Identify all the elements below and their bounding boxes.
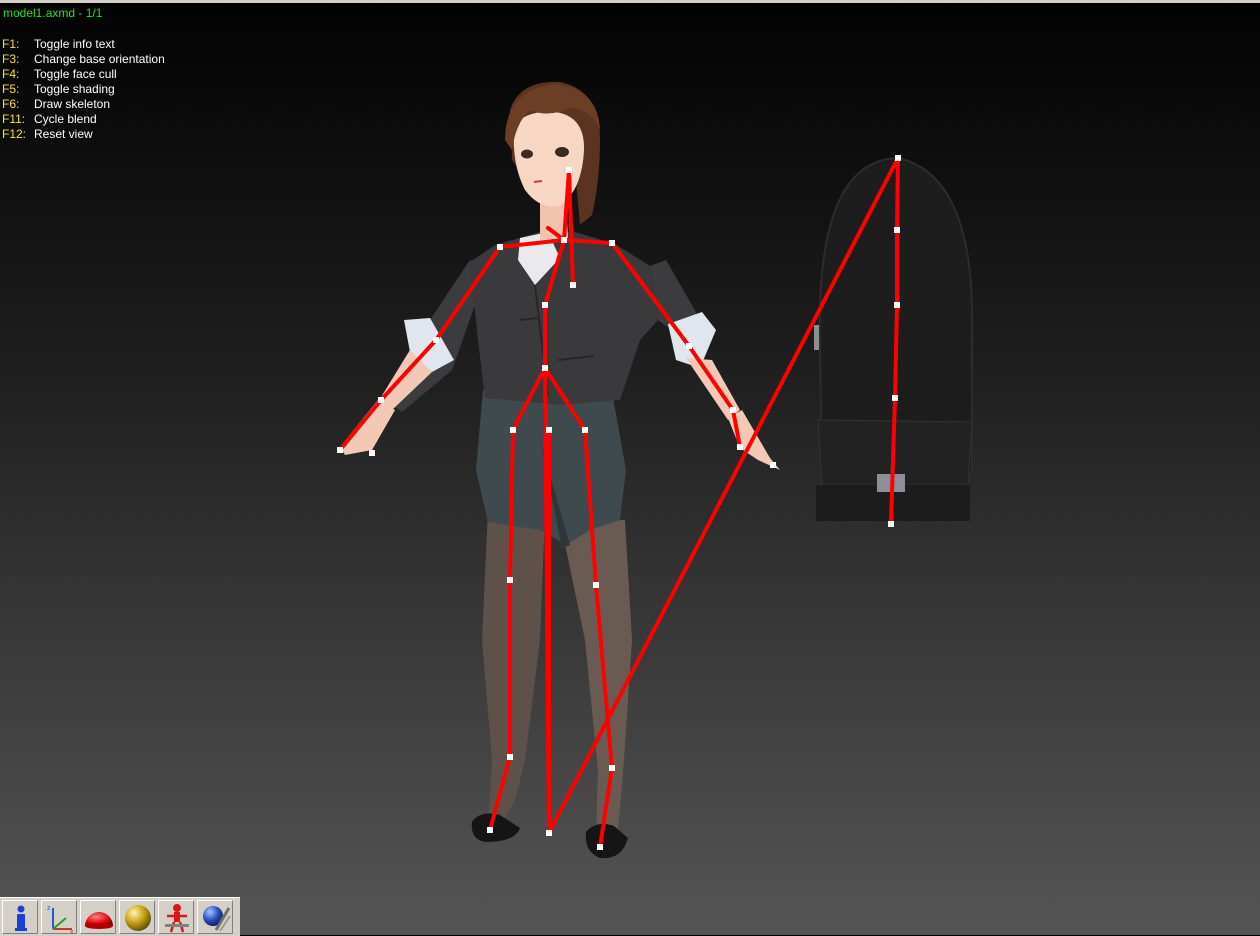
info-icon	[15, 905, 27, 931]
axis-label-x: x	[70, 929, 74, 934]
help-desc: Reset view	[34, 127, 93, 141]
character-model	[340, 81, 780, 859]
help-desc: Toggle info text	[34, 37, 115, 51]
help-key: F1:	[2, 37, 20, 51]
help-key: F12:	[2, 127, 27, 141]
help-desc: Draw skeleton	[34, 97, 111, 111]
globe-tools-icon	[203, 906, 231, 932]
skeleton-figure-icon	[165, 904, 189, 933]
help-key: F6:	[2, 97, 20, 111]
hemisphere-icon	[85, 912, 113, 929]
info-button[interactable]	[2, 900, 38, 934]
globe-tools-button[interactable]	[197, 900, 233, 934]
axes-icon: z x	[47, 905, 74, 934]
hemisphere-button[interactable]	[80, 900, 116, 934]
help-key: F5:	[2, 82, 20, 96]
axis-label-z: z	[47, 905, 51, 912]
sphere-button[interactable]	[119, 900, 155, 934]
help-desc: Change base orientation	[34, 52, 165, 66]
window-title: model1.axmd - 1/1	[3, 6, 103, 20]
help-desc: Toggle face cull	[34, 67, 117, 81]
help-desc: Cycle blend	[34, 112, 97, 126]
sphere-icon	[125, 905, 151, 931]
help-key: F11:	[2, 112, 26, 126]
help-desc: Toggle shading	[34, 82, 115, 96]
skeleton-button[interactable]	[158, 900, 194, 934]
axes-button[interactable]: z x	[41, 900, 77, 934]
help-key: F3:	[2, 52, 20, 66]
bottom-toolbar: z x	[0, 897, 240, 936]
help-key: F4:	[2, 67, 20, 81]
3d-viewport[interactable]	[0, 0, 1260, 895]
